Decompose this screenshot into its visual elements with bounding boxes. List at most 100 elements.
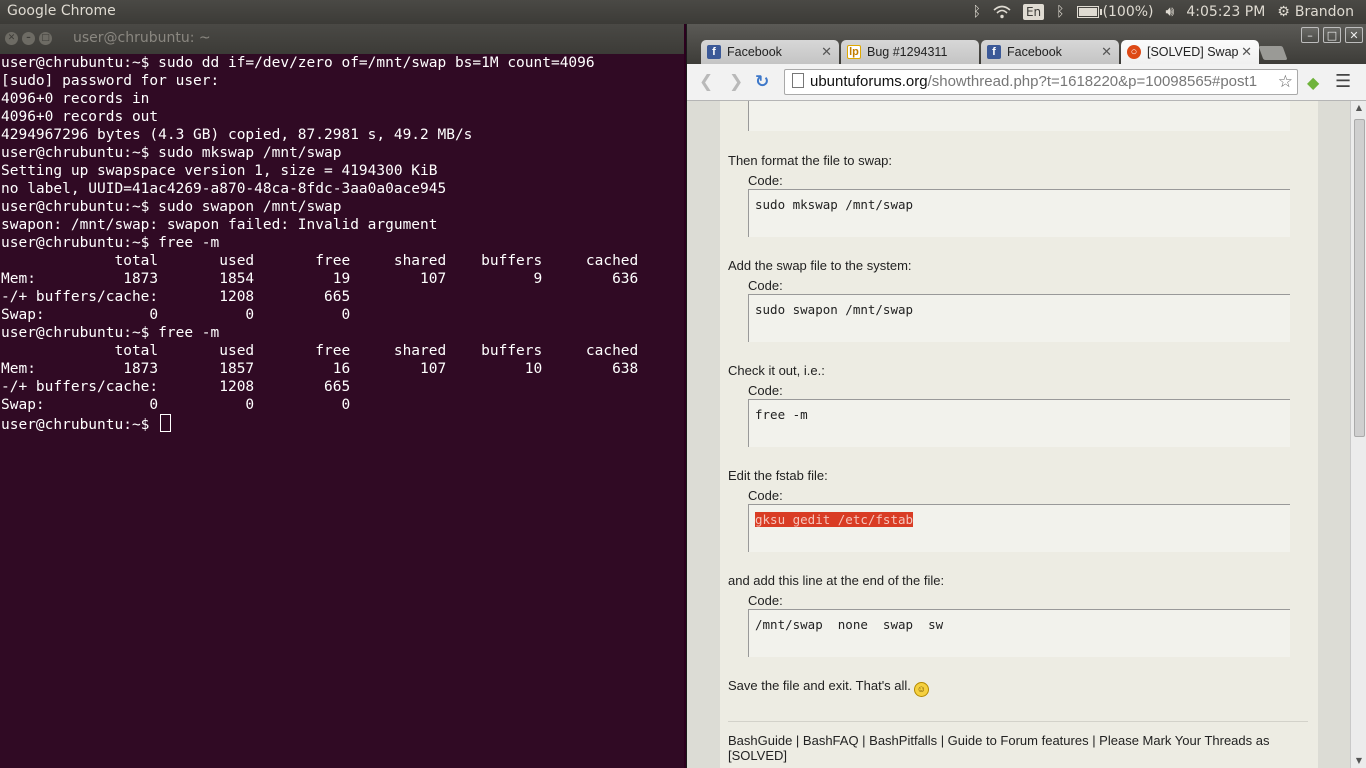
minimize-icon[interactable]: –: [1301, 27, 1319, 43]
forward-icon[interactable]: ❯: [729, 72, 743, 92]
new-tab-button[interactable]: [1258, 46, 1288, 60]
extension-icon[interactable]: ◆: [1307, 73, 1319, 92]
step-text: Check it out, i.e.:: [728, 363, 825, 378]
scroll-up-icon[interactable]: ▲: [1351, 101, 1366, 115]
tab-label: Facebook: [727, 45, 782, 59]
page-viewport[interactable]: Then format the file to swap: Code: sudo…: [687, 101, 1351, 768]
terminal-cursor: [160, 414, 172, 432]
bookmark-star-icon[interactable]: ☆: [1275, 70, 1293, 94]
terminal-line: -/+ buffers/cache: 1208 665: [1, 379, 351, 395]
battery-icon: [1076, 6, 1102, 18]
bluetooth-icon[interactable]: ᛒ: [967, 0, 987, 24]
back-icon[interactable]: ❮: [699, 72, 713, 92]
terminal-line: 4096+0 records in: [1, 91, 150, 107]
terminal-line: -/+ buffers/cache: 1208 665: [1, 289, 351, 305]
step-text: Edit the fstab file:: [728, 468, 828, 483]
terminal-lines: user@chrubuntu:~$ sudo dd if=/dev/zero o…: [1, 55, 638, 413]
page-scrollbar[interactable]: ▲ ▼: [1350, 101, 1366, 768]
terminal-line: swapon: /mnt/swap: swapon failed: Invali…: [1, 217, 438, 233]
code-text[interactable]: /mnt/swap none swap sw: [755, 617, 943, 632]
close-icon[interactable]: ✕: [1101, 40, 1112, 64]
battery-percentage: (100%): [1102, 4, 1154, 20]
scroll-thumb[interactable]: [1354, 119, 1365, 437]
terminal-line: user@chrubuntu:~$ sudo swapon /mnt/swap: [1, 199, 342, 215]
maximize-icon[interactable]: □: [39, 32, 52, 45]
tab-label: Bug #1294311: [867, 45, 948, 59]
terminal-line: user@chrubuntu:~$ sudo dd if=/dev/zero o…: [1, 55, 595, 71]
code-box[interactable]: sudo mkswap /mnt/swap: [748, 189, 1290, 237]
code-text-selected[interactable]: gksu gedit /etc/fstab: [755, 512, 914, 527]
bluetooth-status-icon[interactable]: ᛒ: [1050, 0, 1070, 24]
tab-solved-swap[interactable]: ○ [SOLVED] Swap ✕: [1121, 40, 1259, 64]
tab-label: Facebook: [1007, 45, 1062, 59]
code-label: Code:: [748, 278, 783, 293]
terminal-titlebar[interactable]: ✕ – □ user@chrubuntu: ~: [0, 24, 684, 54]
tab-bug-report[interactable]: lp Bug #1294311: [841, 40, 979, 64]
code-text[interactable]: sudo swapon /mnt/swap: [755, 302, 913, 317]
wifi-icon[interactable]: [987, 0, 1017, 24]
code-label: Code:: [748, 488, 783, 503]
step-text: Then format the file to swap:: [728, 153, 893, 168]
terminal-title: user@chrubuntu: ~: [73, 30, 211, 46]
terminal-line: user@chrubuntu:~$ sudo mkswap /mnt/swap: [1, 145, 342, 161]
menu-icon[interactable]: ☰: [1335, 71, 1351, 92]
terminal-line: Mem: 1873 1857 16 107 10 638: [1, 361, 639, 377]
address-bar[interactable]: ubuntuforums.org/showthread.php?t=161822…: [784, 69, 1298, 95]
code-box[interactable]: free -m: [748, 399, 1290, 447]
keyboard-layout-indicator[interactable]: En: [1017, 0, 1050, 24]
close-icon[interactable]: ✕: [821, 40, 832, 64]
maximize-icon[interactable]: □: [1323, 27, 1341, 43]
close-icon[interactable]: ✕: [1345, 27, 1363, 43]
user-name: Brandon: [1294, 4, 1354, 20]
code-box[interactable]: gksu gedit /etc/fstab: [748, 504, 1290, 552]
terminal-line: 4096+0 records out: [1, 109, 159, 125]
code-box[interactable]: /mnt/swap none swap sw: [748, 609, 1290, 657]
terminal-line: Swap: 0 0 0: [1, 307, 351, 323]
smiley-icon: ☺: [913, 682, 929, 697]
clock[interactable]: 4:05:23 PM: [1180, 0, 1271, 24]
terminal-line: Swap: 0 0 0: [1, 397, 351, 413]
page-icon: [792, 73, 804, 88]
url-host: ubuntuforums.org: [810, 73, 928, 90]
terminal-window[interactable]: ✕ – □ user@chrubuntu: ~ user@chrubuntu:~…: [0, 24, 684, 768]
close-icon[interactable]: ✕: [1241, 40, 1252, 64]
terminal-output[interactable]: user@chrubuntu:~$ sudo dd if=/dev/zero o…: [1, 54, 638, 434]
step-text: and add this line at the end of the file…: [728, 573, 945, 588]
ubuntu-icon: ○: [1127, 45, 1141, 59]
reload-icon[interactable]: ↻: [755, 72, 769, 92]
launchpad-icon: lp: [847, 45, 861, 59]
post-content: Then format the file to swap: Code: sudo…: [720, 101, 1318, 768]
code-text[interactable]: sudo mkswap /mnt/swap: [755, 197, 913, 212]
top-panel: Google Chrome ᛒ En ᛒ (100%) 🔊︎ 4:05:23 P…: [0, 0, 1366, 24]
code-text[interactable]: free -m: [755, 407, 808, 422]
tab-facebook-1[interactable]: f Facebook ✕: [701, 40, 839, 64]
code-label: Code:: [748, 593, 783, 608]
active-app-title: Google Chrome: [7, 3, 116, 19]
battery-indicator[interactable]: (100%): [1071, 0, 1160, 24]
terminal-line: user@chrubuntu:~$ free -m: [1, 325, 220, 341]
facebook-icon: f: [707, 45, 721, 59]
terminal-line: no label, UUID=41ac4269-a870-48ca-8fdc-3…: [1, 181, 447, 197]
browser-toolbar: ❮ ❯ ↻ ubuntuforums.org/showthread.php?t=…: [687, 64, 1366, 101]
code-label: Code:: [748, 173, 783, 188]
volume-icon[interactable]: 🔊︎: [1160, 0, 1181, 24]
signature-links[interactable]: BashGuide | BashFAQ | BashPitfalls | Gui…: [728, 733, 1288, 763]
close-icon[interactable]: ✕: [5, 32, 18, 45]
terminal-line: total used free shared buffers cached: [114, 253, 639, 269]
minimize-icon[interactable]: –: [22, 32, 35, 45]
signature-divider: [728, 721, 1308, 722]
terminal-line: [sudo] password for user:: [1, 73, 220, 89]
terminal-line: total used free shared buffers cached: [114, 343, 639, 359]
url-path: /showthread.php?t=1618220&p=10098565#pos…: [927, 73, 1258, 90]
terminal-line: Setting up swapspace version 1, size = 4…: [1, 163, 438, 179]
terminal-line: 4294967296 bytes (4.3 GB) copied, 87.298…: [1, 127, 473, 143]
session-menu[interactable]: ⚙ Brandon: [1271, 0, 1360, 24]
terminal-line: user@chrubuntu:~$ free -m: [1, 235, 220, 251]
gear-icon: ⚙: [1277, 4, 1290, 20]
chrome-window[interactable]: f Facebook ✕ lp Bug #1294311 f Facebook …: [686, 24, 1366, 768]
tab-facebook-2[interactable]: f Facebook ✕: [981, 40, 1119, 64]
scroll-down-icon[interactable]: ▼: [1351, 754, 1366, 768]
closing-text: Save the file and exit. That's all. ☺: [728, 678, 929, 697]
code-box[interactable]: sudo swapon /mnt/swap: [748, 294, 1290, 342]
facebook-icon: f: [987, 45, 1001, 59]
